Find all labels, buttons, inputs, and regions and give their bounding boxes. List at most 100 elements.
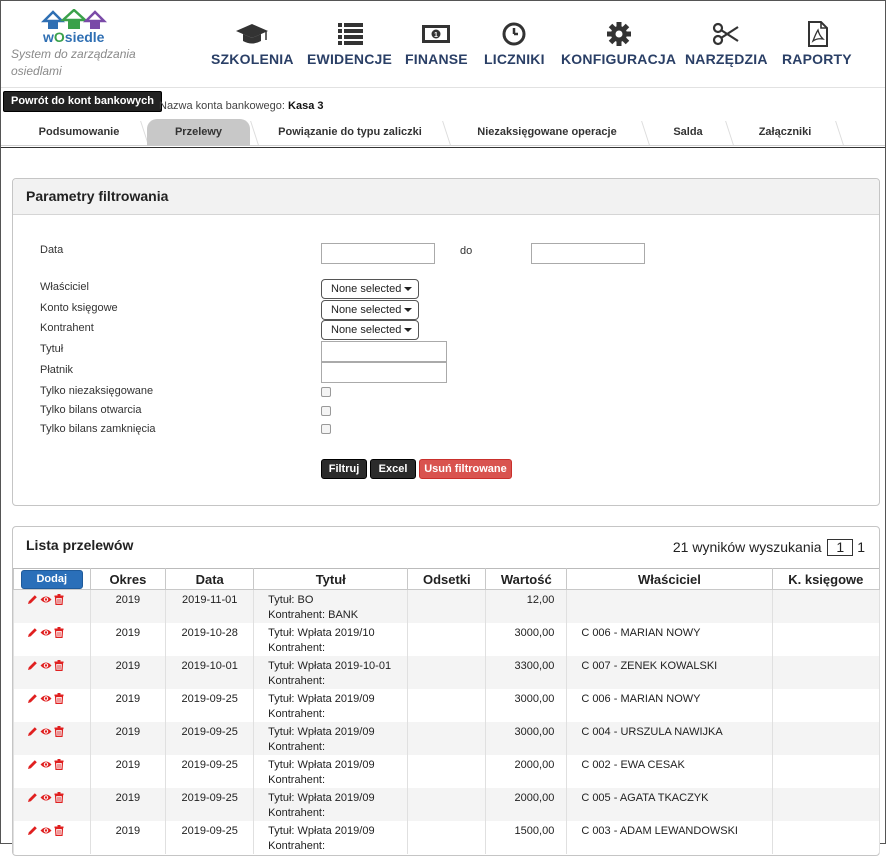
only-unbooked-checkbox[interactable]: [321, 387, 331, 397]
table-row[interactable]: 2019 2019-10-01 Tytuł: Wpłata 2019-10-01 Ko…: [13, 656, 881, 689]
pencil-icon[interactable]: [27, 660, 38, 671]
table-row[interactable]: 2019 2019-09-25 Tytuł: Wpłata 2019/09 Kontr…: [13, 722, 881, 755]
column-header-odsetki[interactable]: Odsetki: [407, 568, 487, 590]
trash-icon[interactable]: [54, 594, 64, 605]
cell-data: 2019-10-28: [165, 623, 255, 656]
filter-button[interactable]: Filtruj: [321, 459, 367, 479]
trash-icon[interactable]: [54, 792, 64, 803]
trash-icon[interactable]: [54, 825, 64, 836]
row-actions: [13, 788, 91, 821]
trash-icon[interactable]: [54, 726, 64, 737]
cell-okres: 2019: [89, 589, 167, 623]
row-actions: [13, 821, 91, 854]
column-header-wlasciciel[interactable]: Właściciel: [566, 568, 773, 590]
cell-tytul-title: Tytuł: Wpłata 2019/09: [268, 693, 375, 705]
eye-icon[interactable]: [40, 594, 52, 605]
filter-panel-title: Parametry filtrowania: [13, 179, 879, 215]
table-row[interactable]: 2019 2019-10-28 Tytuł: Wpłata 2019/10 Kontr…: [13, 623, 881, 656]
clear-filter-button[interactable]: Usuń filtrowane: [419, 459, 512, 479]
graduation-cap-icon: [236, 24, 269, 44]
pencil-icon[interactable]: [27, 792, 38, 803]
cell-wlasciciel: C 005 - AGATA TKACZYK: [566, 788, 773, 821]
only-opening-checkbox[interactable]: [321, 406, 331, 416]
column-header-wartosc[interactable]: Wartość: [485, 568, 568, 590]
payer-input[interactable]: [321, 362, 447, 383]
cell-data: 2019-10-01: [165, 656, 255, 689]
column-header-konto[interactable]: K. księgowe: [771, 568, 881, 590]
date-from-input[interactable]: [321, 243, 435, 264]
only-closing-label: Tylko bilans zamknięcia: [40, 423, 156, 435]
pencil-icon[interactable]: [27, 693, 38, 704]
nav-ewidencje[interactable]: EWIDENCJE: [307, 21, 392, 67]
owner-select[interactable]: None selected: [321, 279, 419, 299]
date-to-input[interactable]: [531, 243, 645, 264]
eye-icon[interactable]: [40, 792, 52, 803]
column-header-data[interactable]: Data: [165, 568, 255, 590]
title-label: Tytuł: [40, 343, 64, 355]
cell-wartosc: 12,00: [485, 589, 568, 623]
eye-icon[interactable]: [40, 627, 52, 638]
pencil-icon[interactable]: [27, 594, 38, 605]
cell-okres: 2019: [89, 689, 167, 722]
eye-icon[interactable]: [40, 726, 52, 737]
nav-finanse[interactable]: 1 FINANSE: [405, 21, 468, 67]
account-select[interactable]: None selected: [321, 300, 419, 320]
eye-icon[interactable]: [40, 825, 52, 836]
cell-tytul: Tytuł: Wpłata 2019/09 Kontrahent:: [253, 821, 409, 854]
eye-icon[interactable]: [40, 759, 52, 770]
nav-konfiguracja[interactable]: KONFIGURACJA: [561, 21, 676, 67]
eye-icon[interactable]: [40, 660, 52, 671]
pencil-icon[interactable]: [27, 726, 38, 737]
cell-wlasciciel: C 006 - MARIAN NOWY: [566, 623, 773, 656]
trash-icon[interactable]: [54, 660, 64, 671]
cell-tytul-title: Tytuł: Wpłata 2019-10-01: [268, 660, 392, 672]
table-row[interactable]: 2019 2019-11-01 Tytuł: BO Kontrahent: BANK 1…: [13, 589, 881, 623]
pencil-icon[interactable]: [27, 627, 38, 638]
tab-separator: [442, 121, 451, 145]
column-header-tytul[interactable]: Tytuł: [253, 568, 409, 590]
excel-button[interactable]: Excel: [370, 459, 416, 479]
trash-icon[interactable]: [54, 693, 64, 704]
contractor-label: Kontrahent: [40, 322, 94, 334]
title-input[interactable]: [321, 341, 447, 362]
tab-zalaczniki[interactable]: Załączniki: [733, 119, 837, 146]
transfers-list-panel: Lista przelewów 21 wyników wyszukania 11…: [12, 526, 881, 856]
table-row[interactable]: 2019 2019-09-25 Tytuł: Wpłata 2019/09 Kontr…: [13, 788, 881, 821]
tagline: System do zarządzania osiedlami: [11, 47, 136, 78]
caret-down-icon: [404, 287, 413, 292]
only-unbooked-label: Tylko niezaksięgowane: [40, 385, 154, 397]
page-current-input[interactable]: 1: [827, 539, 854, 556]
table-row[interactable]: 2019 2019-09-25 Tytuł: Wpłata 2019/09 Kontr…: [13, 689, 881, 722]
cell-tytul-contractor: Kontrahent: BANK: [268, 609, 359, 621]
results-pagination: 21 wyników wyszukania 11: [673, 539, 865, 556]
trash-icon[interactable]: [54, 759, 64, 770]
tab-przelewy[interactable]: Przelewy: [147, 119, 250, 146]
column-header-okres[interactable]: Okres: [89, 568, 167, 590]
pencil-icon[interactable]: [27, 825, 38, 836]
add-transfer-button[interactable]: Dodaj: [20, 569, 83, 589]
tab-powiazanie[interactable]: Powiązanie do typu zaliczki: [259, 119, 441, 146]
cell-konto: [771, 755, 881, 788]
pencil-icon[interactable]: [27, 759, 38, 770]
nav-raporty[interactable]: RAPORTY: [782, 21, 852, 67]
eye-icon[interactable]: [40, 693, 52, 704]
tab-niezaksiegowane[interactable]: Niezaksięgowane operacje: [451, 119, 643, 146]
back-to-accounts-button[interactable]: Powrót do kont bankowych: [3, 91, 163, 112]
nav-liczniki[interactable]: LICZNIKI: [484, 21, 545, 67]
table-row[interactable]: 2019 2019-09-25 Tytuł: Wpłata 2019/09 Kontr…: [13, 821, 881, 854]
trash-icon[interactable]: [54, 627, 64, 638]
tab-podsumowanie[interactable]: Podsumowanie: [15, 119, 143, 146]
table-row[interactable]: 2019 2019-09-25 Tytuł: Wpłata 2019/09 Kontr…: [13, 755, 881, 788]
only-closing-checkbox[interactable]: [321, 424, 331, 434]
cell-tytul-contractor: Kontrahent:: [268, 741, 326, 753]
tab-salda[interactable]: Salda: [649, 119, 727, 146]
cell-odsetki: [407, 788, 487, 821]
add-column-header: Dodaj: [13, 568, 91, 590]
nav-szkolenia[interactable]: SZKOLENIA: [211, 21, 294, 67]
cell-okres: 2019: [89, 656, 167, 689]
contractor-select[interactable]: None selected: [321, 320, 419, 340]
nav-narzedzia[interactable]: NARZĘDZIA: [685, 21, 768, 67]
cell-wlasciciel: C 006 - MARIAN NOWY: [566, 689, 773, 722]
cell-konto: [771, 722, 881, 755]
cell-okres: 2019: [89, 623, 167, 656]
